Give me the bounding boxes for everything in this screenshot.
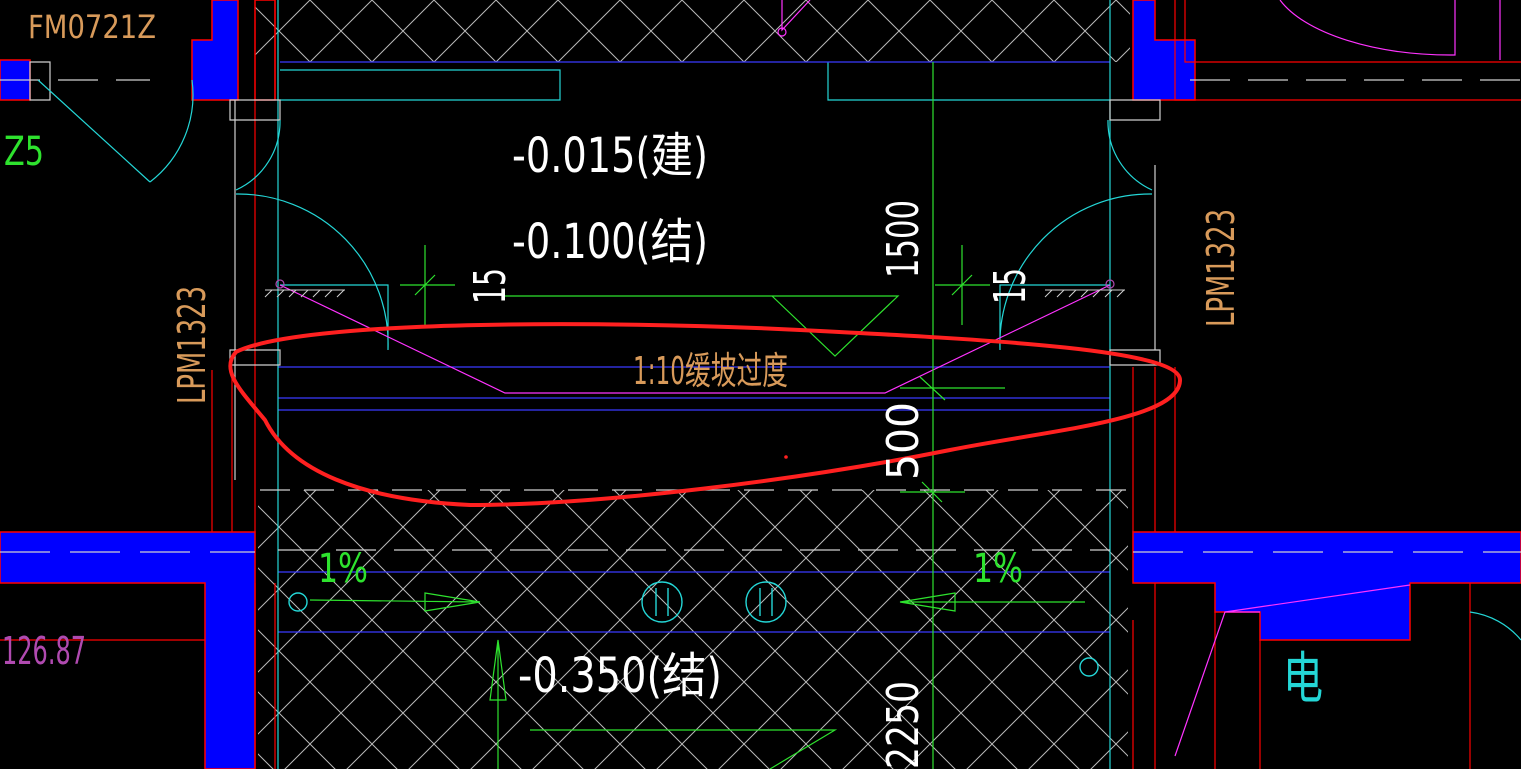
dimension-2250: 2250 xyxy=(878,681,929,769)
dimension-500: 500 xyxy=(878,402,929,480)
slope-percent-left: 1% xyxy=(318,546,368,592)
elevation-structural-bottom: -0.350(结) xyxy=(518,648,722,704)
dimension-1500: 1500 xyxy=(878,200,929,278)
dimension-15-left: 15 xyxy=(465,268,516,304)
wall-bottom-right xyxy=(1132,531,1521,641)
door-arc-left-upper xyxy=(235,119,281,191)
area-value: 126.87 xyxy=(2,629,86,673)
room-label-electric: 电 xyxy=(1283,647,1323,712)
floor-hatch-bottom xyxy=(258,490,1128,769)
door-arc-top-left-small xyxy=(37,79,194,183)
door-arc-right-upper xyxy=(1107,119,1153,191)
z-tag: Z5 xyxy=(4,129,44,175)
door-tag-top-left: FM0721Z xyxy=(28,8,156,46)
slope-transition-note: 1:10缓坡过度 xyxy=(633,349,788,393)
slope-percent-right: 1% xyxy=(973,546,1023,592)
elevation-structural-top: -0.100(结) xyxy=(512,214,708,270)
dimension-15-right: 15 xyxy=(985,268,1036,304)
annotation-dot xyxy=(784,455,788,459)
door-tag-left: LPM1323 xyxy=(170,286,214,404)
door-tag-right: LPM1323 xyxy=(1199,209,1243,327)
floor-hatch-top xyxy=(255,0,1130,62)
wall-top-left-column xyxy=(191,0,239,101)
elevation-architectural: -0.015(建) xyxy=(512,128,708,184)
door-right-bottom xyxy=(1469,611,1521,641)
cad-drawing-canvas: FM0721Z Z5 -0.015(建) -0.100(结) -0.350(结)… xyxy=(0,0,1521,769)
